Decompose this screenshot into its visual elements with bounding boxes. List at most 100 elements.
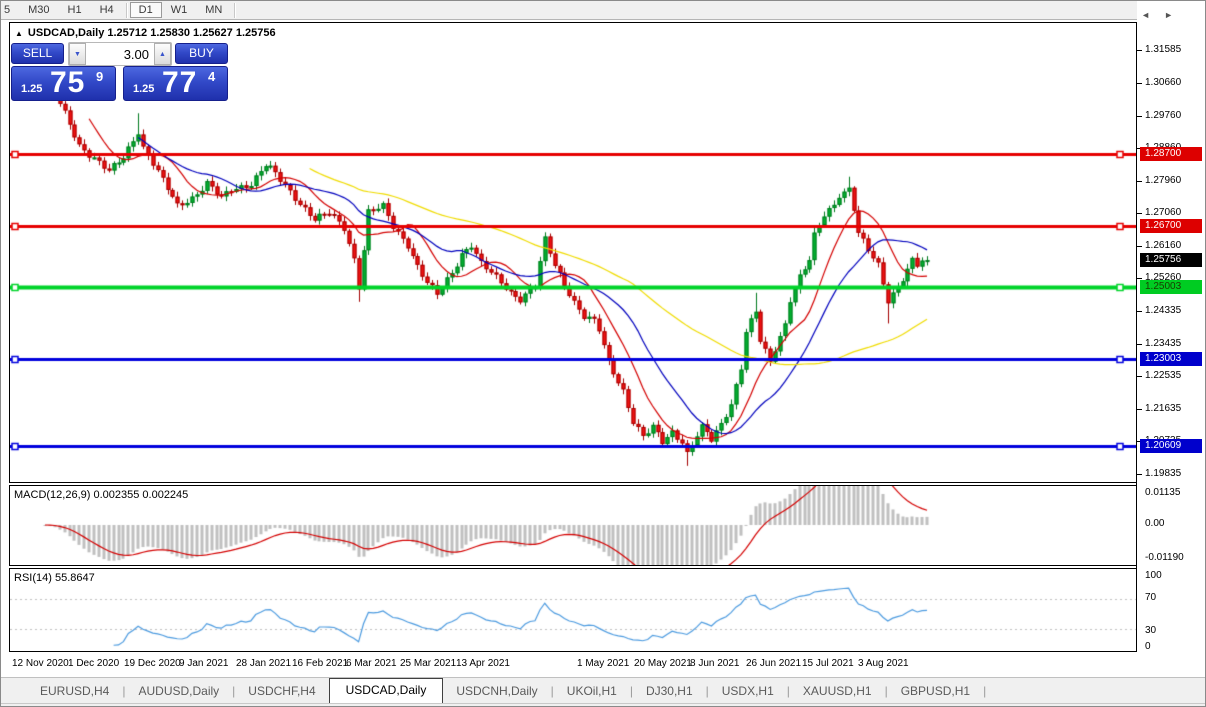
chart-symbol-header: ▲ USDCAD,Daily 1.25712 1.25830 1.25627 1… <box>15 27 276 39</box>
date-axis-label: 1 Dec 2020 <box>68 658 120 669</box>
tab-scroll-arrows: ◄► <box>1141 10 1187 20</box>
timeframe-button-d1[interactable]: D1 <box>129 2 162 18</box>
axis-separator-line <box>1136 22 1137 652</box>
tab-xauusd-h1[interactable]: XAUUSD,H1 <box>790 680 885 703</box>
price-tick-mark <box>1137 376 1142 377</box>
volume-stepper: ▼ ▲ <box>68 42 172 66</box>
timeframe-button-w1[interactable]: W1 <box>162 2 197 18</box>
date-axis-label: 28 Jan 2021 <box>236 658 292 669</box>
date-axis-label: 20 May 2021 <box>634 658 692 669</box>
timeframe-button-h1[interactable]: H1 <box>59 2 91 18</box>
chart-tab-bar: EURUSD,H4 | AUDUSD,Daily | USDCHF,H4 USDCAD,… <box>1 677 1205 703</box>
volume-increase-button[interactable]: ▲ <box>154 43 171 65</box>
timeframe-button-m30[interactable]: M30 <box>19 2 58 18</box>
rsi-axis-label: 0 <box>1145 641 1151 652</box>
buy-price-button[interactable]: 1.25 77 4 <box>123 66 228 101</box>
timeframe-button-h4[interactable]: H4 <box>91 2 123 18</box>
tab-dj30-h1[interactable]: DJ30,H1 <box>633 680 706 703</box>
tab-usdx-h1[interactable]: USDX,H1 <box>709 680 787 703</box>
price-tick-label: 1.19835 <box>1145 468 1182 479</box>
rsi-axis-label: 100 <box>1145 570 1162 581</box>
macd-axis-label: 0.01135 <box>1145 487 1181 498</box>
macd-axis-label: -0.01190 <box>1145 552 1184 563</box>
buy-price-prefix: 1.25 <box>133 83 155 95</box>
tab-usdchf-h4[interactable]: USDCHF,H4 <box>235 680 328 703</box>
timeframe-button-mn[interactable]: MN <box>196 2 231 18</box>
sell-price-prefix: 1.25 <box>21 83 43 95</box>
price-tick-mark <box>1137 50 1142 51</box>
tab-scroll-left-icon[interactable]: ◄ <box>1141 10 1164 20</box>
buy-price-pip: 4 <box>208 69 216 84</box>
rsi-indicator-pane[interactable] <box>9 568 1137 652</box>
date-axis-label: 26 Jun 2021 <box>746 658 802 669</box>
date-axis-label: 6 Mar 2021 <box>346 658 397 669</box>
level-price-tag: 1.20609 <box>1140 439 1202 453</box>
price-tick-label: 1.23435 <box>1145 338 1182 349</box>
macd-header-label: MACD(12,26,9) 0.002355 0.002245 <box>14 489 189 501</box>
price-tick-mark <box>1137 116 1142 117</box>
price-tick-mark <box>1137 311 1142 312</box>
tab-usdcad-daily[interactable]: USDCAD,Daily <box>328 678 444 703</box>
timeframe-button-5[interactable]: 5 <box>1 2 19 18</box>
price-tick-label: 1.26160 <box>1145 240 1182 251</box>
timeframe-toolbar: 5 M30 H1 H4 D1 W1 MN <box>1 1 1205 20</box>
price-tick-label: 1.29760 <box>1145 110 1182 121</box>
toolbar-separator <box>234 2 236 18</box>
rsi-axis-label: 30 <box>1145 625 1157 636</box>
tab-usdcnh-daily[interactable]: USDCNH,Daily <box>443 680 550 703</box>
level-price-tag: 1.23003 <box>1140 352 1202 366</box>
rsi-canvas[interactable] <box>10 569 1136 651</box>
current-price-tag: 1.25756 <box>1140 253 1202 267</box>
date-axis-label: 16 Feb 2021 <box>292 658 349 669</box>
date-axis[interactable]: 12 Nov 2020 1 Dec 2020 19 Dec 2020 9 Jan 20… <box>9 652 1137 677</box>
level-price-tag: 1.25003 <box>1140 280 1202 294</box>
volume-input[interactable] <box>86 43 154 65</box>
sell-price-button[interactable]: 1.25 75 9 <box>11 66 116 101</box>
price-tick-mark <box>1137 474 1142 475</box>
rsi-header-label: RSI(14) 55.8647 <box>14 572 95 584</box>
buy-button[interactable]: BUY <box>175 43 228 64</box>
price-tick-mark <box>1137 344 1142 345</box>
level-price-tag: 1.26700 <box>1140 219 1202 233</box>
tab-eurusd-h4[interactable]: EURUSD,H4 <box>27 680 122 703</box>
date-axis-label: 9 Jan 2021 <box>179 658 229 669</box>
date-axis-label: 3 Aug 2021 <box>858 658 909 669</box>
date-axis-label: 13 Apr 2021 <box>456 658 510 669</box>
price-tick-label: 1.30660 <box>1145 77 1182 88</box>
tab-scroll-right-icon[interactable]: ► <box>1164 10 1187 20</box>
macd-axis-label: 0.00 <box>1145 518 1165 529</box>
bottom-status-strip <box>1 703 1205 706</box>
date-axis-label: 12 Nov 2020 <box>12 658 69 669</box>
price-tick-label: 1.27960 <box>1145 175 1182 186</box>
price-tick-mark <box>1137 181 1142 182</box>
toolbar-separator <box>125 2 127 18</box>
tab-ukoil-h1[interactable]: UKOil,H1 <box>554 680 630 703</box>
date-axis-label: 19 Dec 2020 <box>124 658 181 669</box>
price-tick-mark <box>1137 213 1142 214</box>
price-tick-label: 1.31585 <box>1145 44 1182 55</box>
sell-price-pip: 9 <box>96 69 104 84</box>
sell-button[interactable]: SELL <box>11 43 64 64</box>
price-tick-label: 1.24335 <box>1145 305 1182 316</box>
tab-gbpusd-h1[interactable]: GBPUSD,H1 <box>888 680 983 703</box>
price-tick-label: 1.22535 <box>1145 370 1182 381</box>
rsi-axis-label: 70 <box>1145 592 1157 603</box>
price-tick-mark <box>1137 278 1142 279</box>
date-axis-label: 15 Jul 2021 <box>802 658 854 669</box>
buy-price-main: 77 <box>162 66 198 99</box>
collapse-triangle-icon[interactable]: ▲ <box>15 29 23 38</box>
price-tick-label: 1.27060 <box>1145 207 1182 218</box>
trading-terminal-window: 5 M30 H1 H4 D1 W1 MN ▲ USDCAD,Daily 1.25712 1.… <box>0 0 1206 707</box>
symbol-ohlc-text: USDCAD,Daily 1.25712 1.25830 1.25627 1.2… <box>27 27 276 39</box>
price-tick-label: 1.21635 <box>1145 403 1182 414</box>
date-axis-label: 8 Jun 2021 <box>690 658 740 669</box>
one-click-trading-panel: SELL ▼ ▲ BUY 1.25 75 9 1.25 77 4 <box>11 42 228 101</box>
date-axis-label: 25 Mar 2021 <box>400 658 457 669</box>
volume-decrease-button[interactable]: ▼ <box>69 43 86 65</box>
price-tick-mark <box>1137 83 1142 84</box>
price-tick-mark <box>1137 409 1142 410</box>
level-price-tag: 1.28700 <box>1140 147 1202 161</box>
tab-audusd-daily[interactable]: AUDUSD,Daily <box>125 680 232 703</box>
tab-separator: | <box>983 684 987 698</box>
sell-price-main: 75 <box>50 66 86 99</box>
